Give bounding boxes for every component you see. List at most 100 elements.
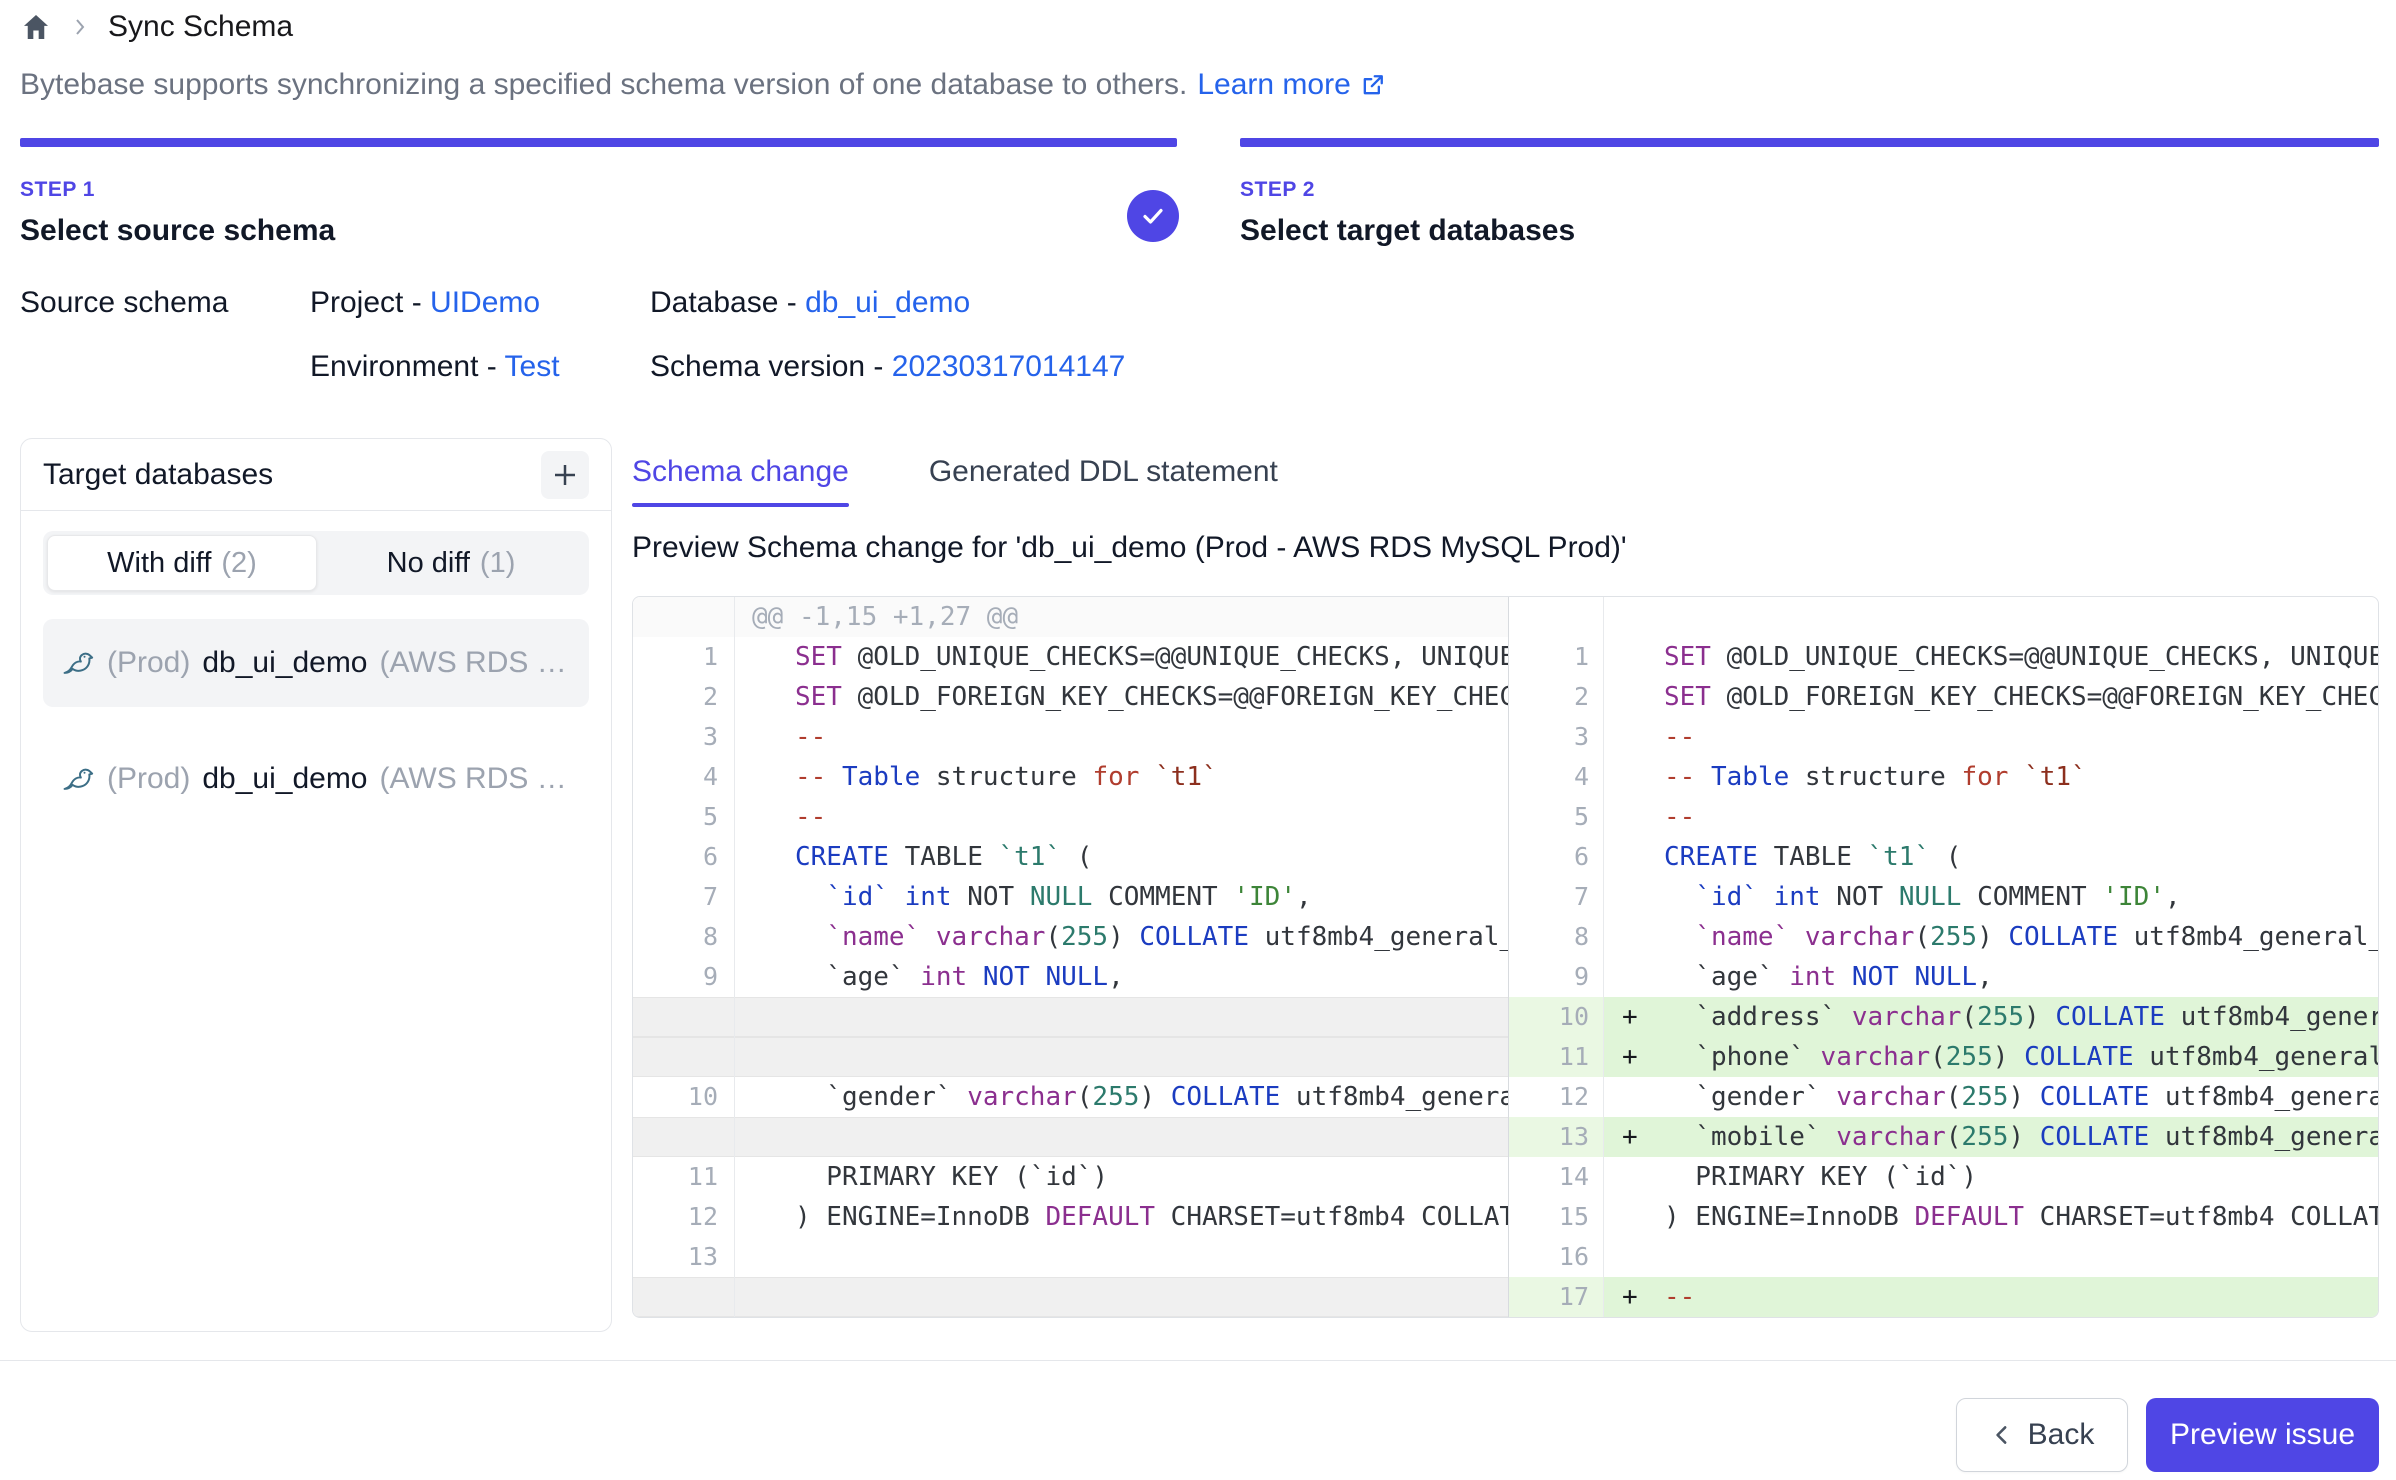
code-token xyxy=(1836,962,1852,992)
code-line: SET @OLD_FOREIGN_KEY_CHECKS=@@FOREIGN_KE… xyxy=(735,677,1508,717)
code-token xyxy=(1789,922,1805,952)
code-line: PRIMARY KEY (`id`) xyxy=(1604,1157,2378,1197)
code-token: varchar xyxy=(967,1082,1077,1112)
code-token: varchar xyxy=(1836,1082,1946,1112)
code-token: utf8mb4_general_ci xyxy=(2149,1082,2378,1112)
code-token: COMMENT xyxy=(1961,882,2102,912)
line-number xyxy=(633,1117,735,1157)
source-environment-field: Environment - Test xyxy=(310,350,560,384)
code-token: , xyxy=(1296,882,1312,912)
code-token: COLLATE xyxy=(1171,1082,1281,1112)
line-number: 9 xyxy=(1508,957,1604,997)
diff-table: @@ -1,15 +1,27 @@1SET @OLD_UNIQUE_CHECKS… xyxy=(633,597,2378,1317)
code-token: ) xyxy=(1977,922,2008,952)
line-number: 12 xyxy=(633,1197,735,1237)
preview-title: Preview Schema change for 'db_ui_demo (P… xyxy=(632,531,1627,565)
code-line: -- Table structure for `t1` xyxy=(1604,757,2378,797)
diff-filter-tabs: With diff (2) No diff (1) xyxy=(43,531,589,595)
code-token: ( xyxy=(1045,922,1061,952)
schema-version-link[interactable]: 20230317014147 xyxy=(892,350,1126,383)
code-line: SET @OLD_UNIQUE_CHECKS=@@UNIQUE_CHECKS, … xyxy=(1604,637,2378,677)
project-link[interactable]: UIDemo xyxy=(430,286,540,319)
description-text: Bytebase supports synchronizing a specif… xyxy=(20,68,1187,102)
no-diff-count: (1) xyxy=(480,547,515,580)
code-token: ) xyxy=(1139,1082,1170,1112)
code-token: CHARSET=utf8mb4 COLLATE=utf8mb4_general_… xyxy=(2024,1202,2378,1232)
code-token: `phone` xyxy=(1664,1042,1821,1072)
schema-diff-viewer[interactable]: @@ -1,15 +1,27 @@1SET @OLD_UNIQUE_CHECKS… xyxy=(632,596,2379,1318)
code-token: COMMENT xyxy=(1092,882,1233,912)
diff-row: 11 PRIMARY KEY (`id`)14 PRIMARY KEY (`id… xyxy=(633,1157,2378,1197)
diff-add-marker: + xyxy=(1604,1037,1664,1077)
tab-no-diff[interactable]: No diff (1) xyxy=(317,535,585,591)
code-token: , xyxy=(1108,962,1124,992)
tab-with-diff[interactable]: With diff (2) xyxy=(47,535,317,591)
diff-row: 12 ) ENGINE=InnoDB DEFAULT CHARSET=utf8mb… xyxy=(633,1197,2378,1237)
preview-tabs: Schema change Generated DDL statement xyxy=(632,455,1278,507)
code-token: utf8mb4_general_ci xyxy=(2165,1002,2378,1032)
code-line: `name` varchar(255) COLLATE utf8mb4_gene… xyxy=(735,917,1508,957)
database-link[interactable]: db_ui_demo xyxy=(805,286,970,319)
page-description: Bytebase supports synchronizing a specif… xyxy=(20,68,1387,102)
tab-schema-change[interactable]: Schema change xyxy=(632,455,849,507)
line-number: 7 xyxy=(1508,877,1604,917)
code-token: SET xyxy=(1664,682,1711,712)
code-line: -- xyxy=(735,717,1508,757)
code-token: NOT NULL xyxy=(983,962,1108,992)
code-token: `t1` xyxy=(2024,762,2087,792)
code-token: utf8mb4_general_ci xyxy=(2134,1042,2378,1072)
code-line: -- xyxy=(1604,717,2378,757)
code-line: ) ENGINE=InnoDB DEFAULT CHARSET=utf8mb4 … xyxy=(1604,1197,2378,1237)
line-number: 11 xyxy=(633,1157,735,1197)
chevron-right-icon xyxy=(68,15,92,39)
code-token: -- xyxy=(1664,802,1695,832)
target-database-item[interactable]: (Prod)db_ui_demo(AWS RDS MySQL Prod) xyxy=(43,619,589,707)
code-token: `name` xyxy=(1695,922,1789,952)
code-line: SET @OLD_FOREIGN_KEY_CHECKS=@@FOREIGN_KE… xyxy=(1604,677,2378,717)
add-target-database-button[interactable] xyxy=(541,451,589,499)
line-number: 2 xyxy=(1508,677,1604,717)
line-number: 10 xyxy=(1508,997,1604,1037)
code-line: PRIMARY KEY (`id`) xyxy=(735,1157,1508,1197)
chevron-left-icon xyxy=(1990,1422,2016,1448)
code-token: 255 xyxy=(1961,1122,2008,1152)
preview-issue-button[interactable]: Preview issue xyxy=(2146,1398,2379,1472)
code-line xyxy=(735,1037,1508,1077)
code-token: , xyxy=(2165,882,2181,912)
code-line xyxy=(735,1237,1508,1277)
back-button[interactable]: Back xyxy=(1956,1398,2128,1472)
line-number: 8 xyxy=(1508,917,1604,957)
code-token: structure xyxy=(1789,762,1961,792)
environment-link[interactable]: Test xyxy=(505,350,560,383)
code-line: `age` int NOT NULL, xyxy=(1604,957,2378,997)
code-line: SET @OLD_UNIQUE_CHECKS=@@UNIQUE_CHECKS, … xyxy=(735,637,1508,677)
code-line: `gender` varchar(255) COLLATE utf8mb4_ge… xyxy=(1604,1077,2378,1117)
code-token: ( xyxy=(1946,1122,1962,1152)
code-token: int xyxy=(1789,962,1836,992)
line-number xyxy=(633,1037,735,1077)
line-number: 14 xyxy=(1508,1157,1604,1197)
line-number: 5 xyxy=(633,797,735,837)
code-token: `id` xyxy=(826,882,889,912)
target-database-item[interactable]: (Prod)db_ui_demo(AWS RDS MySQL Prod) xyxy=(43,735,589,823)
line-number: 10 xyxy=(633,1077,735,1117)
diff-row: 17+-- xyxy=(633,1277,2378,1317)
db-name: db_ui_demo xyxy=(202,646,367,680)
line-number: 2 xyxy=(633,677,735,717)
diff-row: 10+ `address` varchar(255) COLLATE utf8m… xyxy=(633,997,2378,1037)
code-token: @OLD_FOREIGN_KEY_CHECKS=@@FOREIGN_KEY_CH… xyxy=(1711,682,2378,712)
code-token: int xyxy=(905,882,952,912)
code-token: 255 xyxy=(1946,1042,1993,1072)
home-icon[interactable] xyxy=(20,11,52,43)
db-environment: (Prod) xyxy=(107,646,190,680)
tab-generated-ddl[interactable]: Generated DDL statement xyxy=(929,455,1278,507)
learn-more-link[interactable]: Learn more xyxy=(1197,68,1386,102)
code-token: int xyxy=(920,962,967,992)
code-token: 255 xyxy=(1061,922,1108,952)
footer-divider xyxy=(0,1360,2396,1361)
code-token xyxy=(2008,762,2024,792)
code-line: `age` int NOT NULL, xyxy=(735,957,1508,997)
code-token: ( xyxy=(1061,842,1092,872)
mysql-dolphin-icon xyxy=(61,646,95,680)
line-number: 4 xyxy=(1508,757,1604,797)
